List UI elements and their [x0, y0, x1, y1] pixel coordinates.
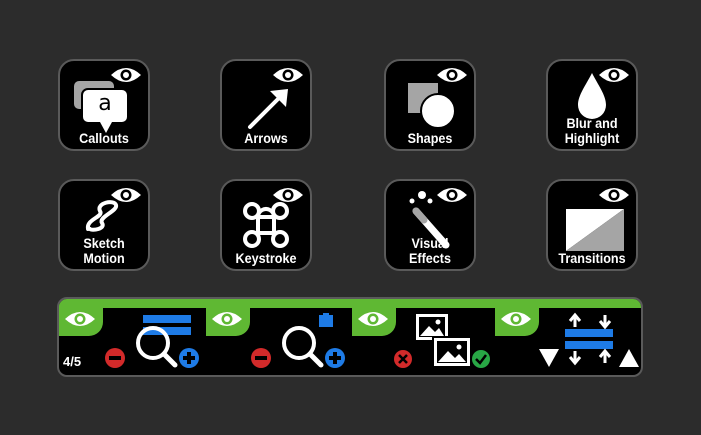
tile-callouts[interactable]: a Callouts	[58, 59, 150, 151]
tile-label: Callouts	[79, 130, 129, 146]
tile-transitions[interactable]: Transitions	[546, 179, 638, 271]
tile-keystroke[interactable]: Keystroke	[220, 179, 312, 271]
toolbar-eye-toggle[interactable]	[59, 304, 103, 336]
tile-blur-highlight[interactable]: Blur and Highlight	[546, 59, 638, 151]
image-swap-icon[interactable]	[393, 309, 497, 373]
tile-label: Arrows	[244, 130, 288, 146]
page-count: 4/5	[63, 354, 82, 369]
callout-letter: a	[98, 91, 112, 116]
toolbar-eye-toggle[interactable]	[206, 304, 250, 336]
eye-icon	[212, 312, 242, 326]
tile-arrows[interactable]: Arrows	[220, 59, 312, 151]
tile-label: Shapes	[407, 130, 453, 146]
toolbar-eye-toggle[interactable]	[352, 304, 396, 336]
tile-shapes[interactable]: Shapes	[384, 59, 476, 151]
tile-label: Transitions	[558, 250, 626, 266]
align-spacing-icon[interactable]	[537, 309, 641, 375]
zoom-n-pan-icon[interactable]	[103, 311, 203, 373]
toolbar-eye-toggle[interactable]	[495, 304, 539, 336]
tile-sketch-motion[interactable]: Sketch Motion	[58, 179, 150, 271]
tile-label: Keystroke	[235, 250, 297, 266]
eye-icon	[501, 312, 531, 326]
tile-label: Blur and Highlight	[564, 115, 620, 146]
tile-visual-effects[interactable]: Visual Effects	[384, 179, 476, 271]
eye-icon	[358, 312, 388, 326]
toolbar: 4/5	[57, 297, 643, 377]
eye-icon	[65, 312, 95, 326]
toolbar-accent-bar	[59, 299, 641, 308]
tile-label: Sketch Motion	[83, 235, 125, 266]
tile-label: Visual Effects	[408, 235, 452, 266]
zoom-icon[interactable]	[247, 311, 347, 373]
